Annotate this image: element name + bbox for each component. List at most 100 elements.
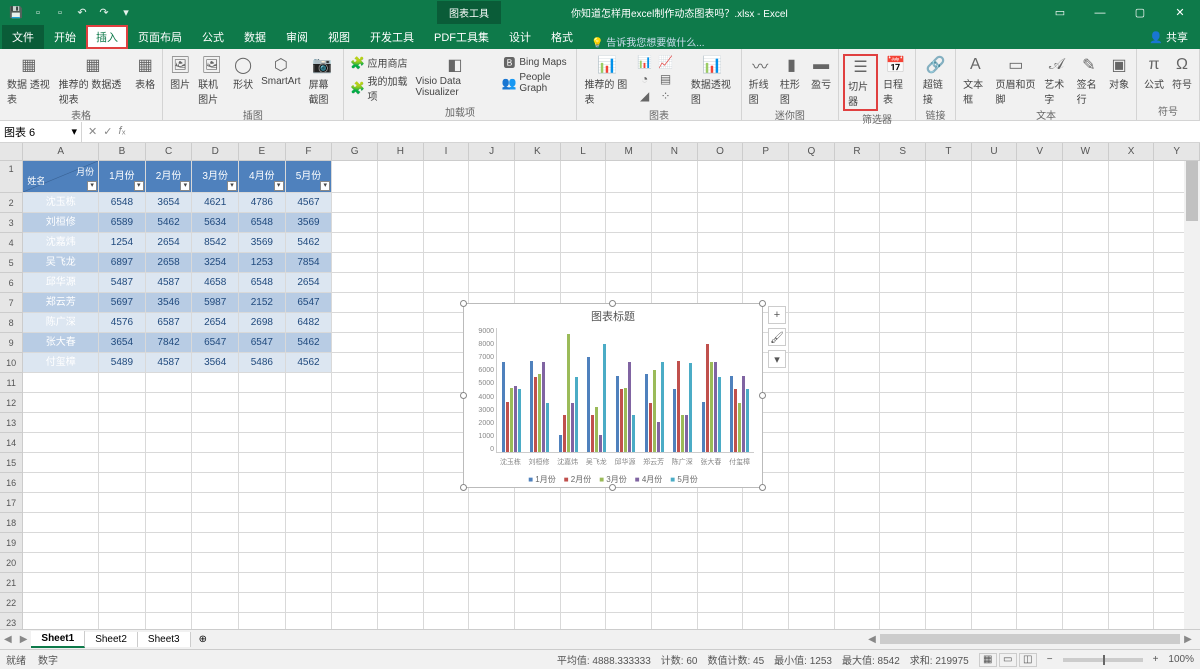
cell[interactable] xyxy=(1017,213,1063,233)
tab-data[interactable]: 数据 xyxy=(234,25,276,49)
zoom-slider[interactable] xyxy=(1063,658,1143,662)
cell[interactable]: 7854 xyxy=(286,253,333,273)
cell[interactable] xyxy=(378,553,424,573)
cell[interactable] xyxy=(789,233,835,253)
cell[interactable] xyxy=(561,273,607,293)
cell[interactable] xyxy=(561,253,607,273)
cell[interactable] xyxy=(23,373,99,393)
cell[interactable]: 6547 xyxy=(286,293,333,313)
cell[interactable] xyxy=(880,393,926,413)
tab-chart-format[interactable]: 格式 xyxy=(541,25,583,49)
cell[interactable] xyxy=(926,493,972,513)
cell[interactable] xyxy=(99,553,146,573)
cell[interactable] xyxy=(515,533,561,553)
cell[interactable] xyxy=(286,453,333,473)
cell[interactable] xyxy=(286,533,333,553)
row-header[interactable]: 7 xyxy=(0,293,23,313)
cell[interactable] xyxy=(332,233,378,253)
sparkline-winloss-button[interactable]: ▬盈亏 xyxy=(808,54,834,92)
cell[interactable] xyxy=(789,573,835,593)
textbox-button[interactable]: A文本框 xyxy=(960,54,990,107)
tab-insert[interactable]: 插入 xyxy=(86,25,128,49)
cell[interactable] xyxy=(606,533,652,553)
cell[interactable] xyxy=(424,513,470,533)
pictures-button[interactable]: 🖼图片 xyxy=(167,54,193,92)
cell[interactable]: 3254 xyxy=(192,253,239,273)
cell[interactable] xyxy=(1017,353,1063,373)
cell[interactable] xyxy=(1063,253,1109,273)
cell[interactable] xyxy=(469,593,515,613)
cell[interactable] xyxy=(606,613,652,629)
cell[interactable] xyxy=(469,573,515,593)
cell[interactable] xyxy=(1017,273,1063,293)
cell[interactable]: 4658 xyxy=(192,273,239,293)
cell[interactable] xyxy=(698,161,744,193)
cell[interactable]: 4587 xyxy=(146,273,193,293)
cell[interactable] xyxy=(926,573,972,593)
cell[interactable]: 4576 xyxy=(99,313,146,333)
cell[interactable] xyxy=(926,613,972,629)
cell[interactable] xyxy=(23,413,99,433)
cell[interactable]: 3546 xyxy=(146,293,193,313)
column-header[interactable]: J xyxy=(469,143,515,160)
cell[interactable] xyxy=(972,253,1018,273)
cell[interactable] xyxy=(652,161,698,193)
cell[interactable]: 4621 xyxy=(192,193,239,213)
line-chart-button[interactable]: 📈 xyxy=(656,54,676,70)
cell[interactable] xyxy=(424,593,470,613)
cell[interactable] xyxy=(880,493,926,513)
cell[interactable] xyxy=(1063,213,1109,233)
cell[interactable] xyxy=(880,233,926,253)
cell[interactable] xyxy=(469,161,515,193)
cell[interactable] xyxy=(332,333,378,353)
cell[interactable] xyxy=(561,573,607,593)
cell[interactable] xyxy=(835,313,881,333)
cell[interactable] xyxy=(99,593,146,613)
cell[interactable] xyxy=(926,313,972,333)
cell[interactable] xyxy=(1063,493,1109,513)
cell[interactable] xyxy=(515,253,561,273)
signature-button[interactable]: ✎签名行 xyxy=(1074,54,1104,107)
column-header[interactable]: Q xyxy=(789,143,835,160)
cell[interactable] xyxy=(146,453,193,473)
cell[interactable]: 刘桓修 xyxy=(23,213,99,233)
cell[interactable] xyxy=(789,393,835,413)
wordart-button[interactable]: 𝒜艺术字 xyxy=(1041,54,1071,107)
resize-handle[interactable] xyxy=(460,392,467,399)
header-footer-button[interactable]: ▭页眉和页脚 xyxy=(993,54,1040,107)
cell[interactable] xyxy=(146,553,193,573)
formula-input[interactable] xyxy=(131,130,1200,134)
cell[interactable] xyxy=(99,513,146,533)
maximize-icon[interactable]: ▢ xyxy=(1120,0,1160,25)
cell[interactable] xyxy=(192,393,239,413)
cell[interactable] xyxy=(972,473,1018,493)
cell[interactable] xyxy=(972,453,1018,473)
bar-chart-button[interactable]: ▤ xyxy=(656,71,676,87)
cell[interactable] xyxy=(286,493,333,513)
cell[interactable] xyxy=(515,493,561,513)
select-all-corner[interactable] xyxy=(0,143,23,160)
cell[interactable] xyxy=(880,533,926,553)
cell[interactable] xyxy=(332,353,378,373)
cell[interactable] xyxy=(23,613,99,629)
cell[interactable] xyxy=(743,513,789,533)
cell[interactable] xyxy=(698,573,744,593)
chart-legend[interactable]: 1月份2月份3月份4月份5月份 xyxy=(464,474,762,485)
cell[interactable] xyxy=(146,373,193,393)
cell[interactable]: 3569 xyxy=(286,213,333,233)
cell[interactable] xyxy=(1109,533,1155,553)
cell[interactable] xyxy=(606,253,652,273)
cell[interactable]: 5月份▾ xyxy=(286,161,333,193)
cell[interactable] xyxy=(743,553,789,573)
cell[interactable] xyxy=(192,433,239,453)
cell[interactable] xyxy=(926,453,972,473)
cell[interactable] xyxy=(652,573,698,593)
cell[interactable] xyxy=(698,593,744,613)
cell[interactable]: 付玺樟 xyxy=(23,353,99,373)
cell[interactable]: 1253 xyxy=(239,253,286,273)
cell[interactable] xyxy=(880,473,926,493)
cell[interactable] xyxy=(332,593,378,613)
cell[interactable]: 4587 xyxy=(146,353,193,373)
cell[interactable] xyxy=(286,413,333,433)
cell[interactable] xyxy=(606,161,652,193)
